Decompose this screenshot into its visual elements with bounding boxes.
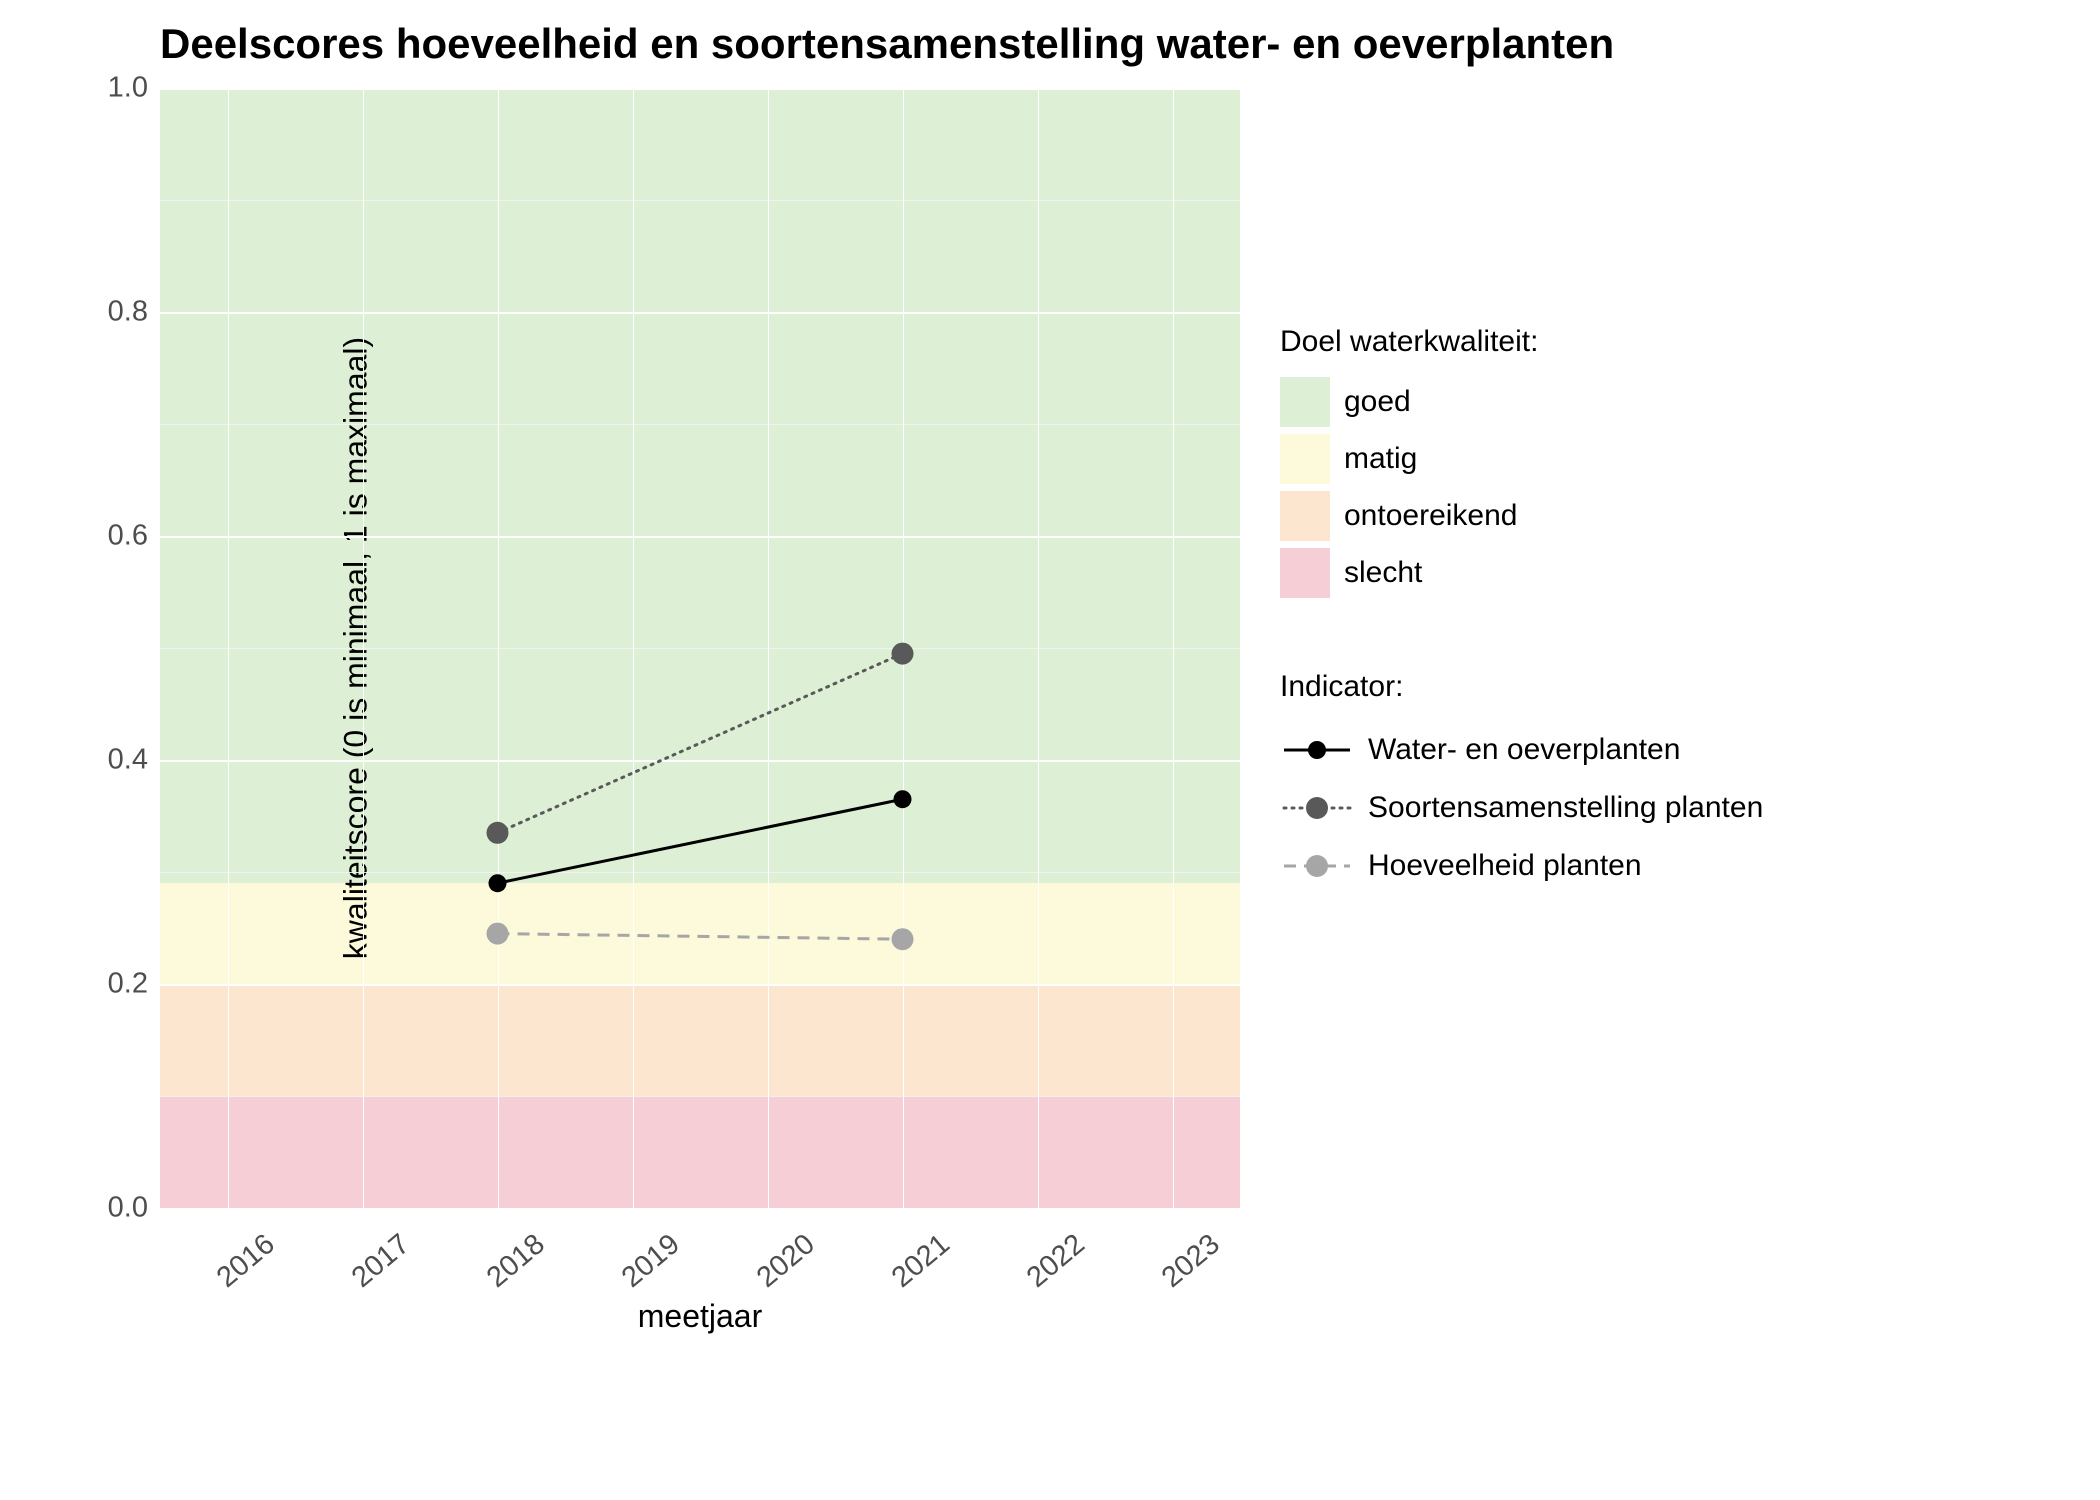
y-tick-label: 0.4 — [108, 744, 148, 777]
legend-indicator: Indicator: Water- en oeverplanten Soorte… — [1280, 670, 1763, 896]
x-tick-label: 2018 — [480, 1228, 551, 1295]
indicator-sample-solid — [1280, 722, 1354, 778]
chart-container: Deelscores hoeveelheid en soortensamenst… — [20, 20, 2080, 1480]
indicator-sample-dotted — [1280, 780, 1354, 836]
x-axis-title: meetjaar — [638, 1298, 763, 1335]
swatch-slecht — [1280, 548, 1330, 598]
y-tick-label: 0.6 — [108, 520, 148, 553]
legend-row-hoeveelheid: Hoeveelheid planten — [1280, 838, 1763, 894]
x-tick-label: 2022 — [1020, 1228, 1091, 1295]
x-tick-label: 2017 — [345, 1228, 416, 1295]
swatch-matig — [1280, 434, 1330, 484]
swatch-ontoereikend — [1280, 491, 1330, 541]
legend-row-ontoereikend: ontoereikend — [1280, 491, 1538, 541]
legend-row-goed: goed — [1280, 377, 1538, 427]
legend-indicator-title: Indicator: — [1280, 670, 1763, 704]
legend-row-soortensamenstelling: Soortensamenstelling planten — [1280, 780, 1763, 836]
legend-label-ontoereikend: ontoereikend — [1344, 499, 1517, 533]
x-tick-label: 2020 — [750, 1228, 821, 1295]
x-tick-label: 2019 — [615, 1228, 686, 1295]
legend-label-matig: matig — [1344, 442, 1417, 476]
y-tick-label: 0.8 — [108, 296, 148, 329]
legend-label-slecht: slecht — [1344, 556, 1422, 590]
legend-label-goed: goed — [1344, 385, 1411, 419]
x-tick-label: 2021 — [885, 1228, 956, 1295]
legend-indicator-label: Soortensamenstelling planten — [1368, 791, 1763, 825]
series-points — [160, 88, 1240, 1208]
x-tick-label: 2023 — [1155, 1228, 1226, 1295]
swatch-goed — [1280, 377, 1330, 427]
y-tick-label: 0.2 — [108, 968, 148, 1001]
plot-area: 1.0 0.8 0.6 0.4 0.2 0.0 2016 2017 2018 2… — [160, 88, 1240, 1208]
x-tick-label: 2016 — [210, 1228, 281, 1295]
legend-indicator-label: Hoeveelheid planten — [1368, 849, 1642, 883]
legend-row-slecht: slecht — [1280, 548, 1538, 598]
legend-quality: Doel waterkwaliteit: goed matig ontoerei… — [1280, 325, 1538, 605]
chart-title: Deelscores hoeveelheid en soortensamenst… — [160, 20, 1614, 68]
legend-quality-title: Doel waterkwaliteit: — [1280, 325, 1538, 359]
legend-row-matig: matig — [1280, 434, 1538, 484]
y-tick-label: 1.0 — [108, 72, 148, 105]
indicator-sample-dashed — [1280, 838, 1354, 894]
y-tick-label: 0.0 — [108, 1192, 148, 1225]
legend-indicator-label: Water- en oeverplanten — [1368, 733, 1680, 767]
gridline-h — [160, 1208, 1240, 1210]
legend-row-water-en-oeverplanten: Water- en oeverplanten — [1280, 722, 1763, 778]
